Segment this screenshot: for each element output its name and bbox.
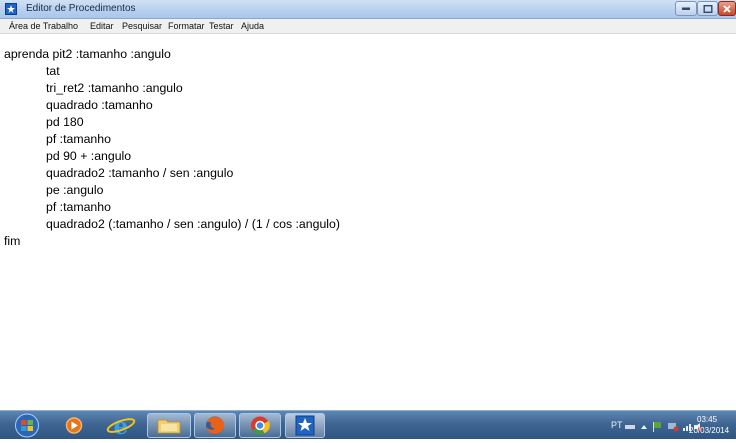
window-title: Editor de Procedimentos	[26, 3, 136, 14]
clock-date[interactable]: 20/03/2014	[689, 426, 729, 435]
start-button[interactable]	[8, 413, 46, 438]
code-line[interactable]: quadrado2 :tamanho / sen :angulo	[46, 165, 233, 181]
media-player-icon[interactable]	[56, 413, 92, 438]
code-line[interactable]: tat	[46, 63, 60, 79]
logo-editor-icon[interactable]	[285, 413, 325, 438]
minimize-button[interactable]	[675, 1, 697, 16]
close-button[interactable]	[718, 1, 736, 16]
code-line[interactable]: pd 90 + :angulo	[46, 148, 131, 164]
code-line[interactable]: pd 180	[46, 114, 84, 130]
menu-editar[interactable]: Editar	[90, 20, 114, 32]
clock-time[interactable]: 03:45	[697, 415, 717, 424]
maximize-button[interactable]	[697, 1, 718, 16]
menu-testar[interactable]: Testar	[209, 20, 234, 32]
code-line[interactable]: fim	[4, 233, 20, 249]
language-indicator[interactable]: PT	[611, 420, 623, 431]
internet-explorer-icon[interactable]: e	[101, 413, 141, 440]
app-icon	[5, 3, 17, 15]
code-line[interactable]: pf :tamanho	[46, 131, 111, 147]
chrome-icon[interactable]	[239, 413, 281, 438]
menu-pesquisar[interactable]: Pesquisar	[122, 20, 162, 32]
menu-ajuda[interactable]: Ajuda	[241, 20, 264, 32]
code-line[interactable]: pf :tamanho	[46, 199, 111, 215]
title-bar[interactable]: Editor de Procedimentos	[0, 0, 736, 19]
network-icon[interactable]	[667, 419, 679, 437]
code-line[interactable]: pe :angulo	[46, 182, 103, 198]
taskbar: e PT 03:45 20/03/2014	[0, 410, 736, 440]
code-line[interactable]: quadrado2 (:tamanho / sen :angulo) / (1 …	[46, 216, 340, 232]
flag-icon[interactable]	[652, 419, 662, 437]
menu-area-de-trabalho[interactable]: Área de Trabalho	[9, 20, 78, 32]
file-explorer-icon[interactable]	[147, 413, 191, 438]
code-line[interactable]: tri_ret2 :tamanho :angulo	[46, 80, 183, 96]
code-editor[interactable]: aprenda pit2 :tamanho :angulo tat tri_re…	[0, 34, 736, 410]
code-line[interactable]: quadrado :tamanho	[46, 97, 153, 113]
code-line[interactable]: aprenda pit2 :tamanho :angulo	[4, 46, 171, 62]
keyboard-icon[interactable]	[625, 419, 635, 437]
menu-bar: Área de Trabalho Editar Pesquisar Format…	[0, 19, 736, 34]
svg-text:e: e	[114, 413, 129, 438]
show-hidden-icons-icon[interactable]	[640, 419, 648, 437]
firefox-icon[interactable]	[194, 413, 236, 438]
menu-formatar[interactable]: Formatar	[168, 20, 205, 32]
